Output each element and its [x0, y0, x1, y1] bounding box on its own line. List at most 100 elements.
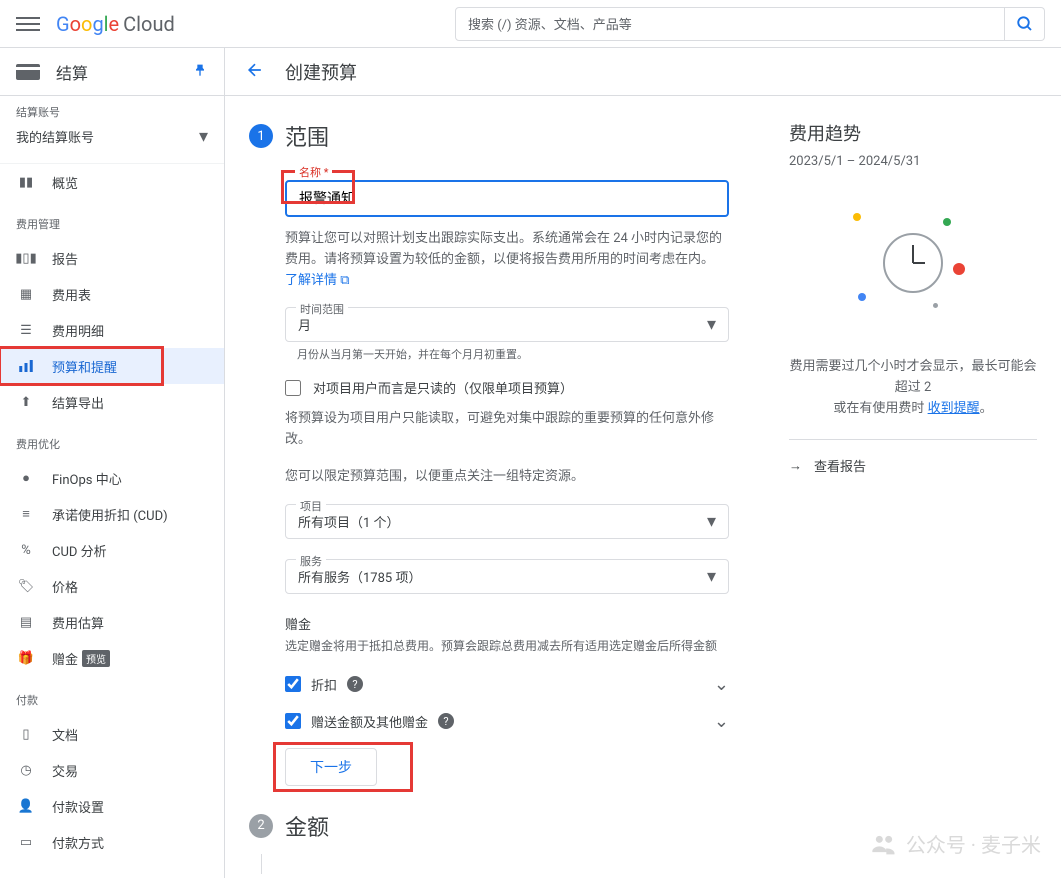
- sidebar-item-label: 赠金: [52, 649, 78, 668]
- step-3-header: 3 操作: [249, 874, 729, 878]
- sidebar-item-label: 付款设置: [52, 797, 104, 816]
- sidebar-item-pricing[interactable]: 🏷 价格: [0, 568, 224, 604]
- time-range-select[interactable]: 时间范围 月 ▾: [285, 307, 729, 342]
- billing-icon: [16, 64, 40, 80]
- time-range-label: 时间范围: [296, 301, 348, 317]
- pin-icon[interactable]: [192, 62, 208, 82]
- sidebar-item-label: 交易: [52, 761, 78, 780]
- account-label: 结算账号: [16, 104, 208, 120]
- sidebar: 结算 结算账号 我的结算账号 ▾ ▮▮ 概览 费用管理 ▮▯▮ 报告 ▦ 费用表…: [0, 48, 225, 878]
- credits-subtitle: 选定赠金将用于抵扣总费用。预算会跟踪总费用减去所有适用选定赠金后所得金额: [285, 637, 729, 654]
- sidebar-item-label: 概览: [52, 173, 78, 192]
- time-range-value: 月: [298, 315, 311, 334]
- chevron-down-icon: ▾: [199, 126, 208, 147]
- step-3-title: 操作: [285, 874, 329, 878]
- learn-more-link[interactable]: 了解详情: [285, 273, 337, 288]
- back-button[interactable]: [245, 60, 265, 84]
- service-select[interactable]: 服务 所有服务（1785 项） ▾: [285, 559, 729, 594]
- sidebar-item-label: 文档: [52, 725, 78, 744]
- bar-chart-icon: ▮▯▮: [16, 251, 36, 266]
- sidebar-item-label: 费用明细: [52, 321, 104, 340]
- menu-button[interactable]: [16, 12, 40, 36]
- sidebar-item-cud-analysis[interactable]: % CUD 分析: [0, 532, 224, 568]
- budget-description: 预算让您可以对照计划支出跟踪实际支出。系统通常会在 24 小时内记录您的费用。请…: [285, 229, 729, 291]
- sidebar-item-docs[interactable]: ▯ 文档: [0, 716, 224, 752]
- readonly-label: 对项目用户而言是只读的（仅限单项目预算）: [313, 378, 573, 397]
- sidebar-item-label: 预算和提醒: [52, 357, 117, 376]
- form-column: 1 范围 名称 * 预算让您可以对照计划支出跟踪实际支出。系统通常会在 24 小…: [249, 120, 729, 854]
- sidebar-item-label: 费用表: [52, 285, 91, 304]
- sidebar-item-cost-detail[interactable]: ☰ 费用明细: [0, 312, 224, 348]
- clock-illustration: [789, 193, 1037, 333]
- search-placeholder: 搜索 (/) 资源、文档、产品等: [468, 14, 632, 33]
- sidebar-title: 结算: [56, 60, 192, 84]
- discount-label: 折扣: [311, 675, 337, 694]
- sidebar-item-budgets[interactable]: 预算和提醒: [0, 348, 224, 384]
- sidebar-item-export[interactable]: ⬆ 结算导出: [0, 384, 224, 420]
- sidebar-item-pay-settings[interactable]: 👤 付款设置: [0, 788, 224, 824]
- gift-checkbox[interactable]: [285, 713, 301, 729]
- project-select[interactable]: 项目 所有项目（1 个） ▾: [285, 504, 729, 539]
- name-input[interactable]: [299, 190, 715, 206]
- dashboard-icon: ▮▮: [16, 175, 36, 190]
- account-value: 我的结算账号: [16, 127, 94, 146]
- sidebar-item-reports[interactable]: ▮▯▮ 报告: [0, 240, 224, 276]
- help-icon[interactable]: ?: [347, 676, 363, 692]
- readonly-checkbox[interactable]: [285, 380, 301, 396]
- sidebar-item-label: 报告: [52, 249, 78, 268]
- person-icon: 👤: [16, 799, 36, 814]
- budget-icon: [16, 357, 36, 375]
- chevron-down-icon[interactable]: ⌄: [714, 674, 729, 695]
- sidebar-item-overview[interactable]: ▮▮ 概览: [0, 164, 224, 200]
- search-input[interactable]: 搜索 (/) 资源、文档、产品等: [455, 7, 1005, 41]
- export-icon: ⬆: [16, 395, 36, 410]
- readonly-checkbox-row: 对项目用户而言是只读的（仅限单项目预算）: [285, 378, 729, 397]
- sidebar-item-cud[interactable]: ≡ 承诺使用折扣 (CUD): [0, 496, 224, 532]
- view-report-link[interactable]: → 查看报告: [789, 439, 1037, 491]
- gift-row: 赠送金额及其他赠金 ? ⌄: [285, 703, 729, 740]
- sidebar-item-cost-table[interactable]: ▦ 费用表: [0, 276, 224, 312]
- sidebar-item-pay-method[interactable]: ▭ 付款方式: [0, 824, 224, 860]
- percent-icon: %: [16, 543, 36, 558]
- next-button-wrap: 下一步: [285, 748, 377, 786]
- discount-checkbox[interactable]: [285, 676, 301, 692]
- trend-note: 费用需要过几个小时才会显示，最长可能会超过 2 或在有使用费时 收到提醒。: [789, 357, 1037, 419]
- card-icon: ▭: [16, 835, 36, 850]
- sidebar-header: 结算: [0, 48, 224, 96]
- sidebar-item-estimate[interactable]: ▤ 费用估算: [0, 604, 224, 640]
- name-input-wrap: [285, 180, 729, 217]
- chevron-down-icon[interactable]: ⌄: [714, 711, 729, 732]
- sidebar-item-transactions[interactable]: ◷ 交易: [0, 752, 224, 788]
- search-button[interactable]: [1005, 7, 1045, 41]
- account-select[interactable]: 结算账号 我的结算账号 ▾: [0, 96, 224, 164]
- chevron-down-icon: ▾: [707, 314, 716, 335]
- chevron-down-icon: ▾: [707, 566, 716, 587]
- step-1-header: 1 范围: [249, 120, 729, 152]
- step-connector: [261, 854, 262, 874]
- sidebar-item-label: FinOps 中心: [52, 469, 122, 488]
- content: 创建预算 1 范围 名称 * 预算让您可以对照计: [225, 48, 1061, 878]
- service-label: 服务: [296, 553, 326, 569]
- step-1-title: 范围: [285, 120, 329, 152]
- sidebar-item-label: CUD 分析: [52, 541, 107, 560]
- cud-icon: ≡: [16, 506, 36, 522]
- step-2-header: 2 金额: [249, 810, 729, 842]
- step-number-2: 2: [249, 814, 273, 838]
- logo[interactable]: Google Cloud: [56, 12, 175, 36]
- next-button[interactable]: 下一步: [285, 748, 377, 786]
- table-icon: ▦: [16, 287, 36, 302]
- sidebar-item-label: 价格: [52, 577, 78, 596]
- alert-link[interactable]: 收到提醒: [928, 401, 980, 416]
- help-icon[interactable]: ?: [438, 713, 454, 729]
- watermark-text: 公众号 · 麦子米: [906, 829, 1041, 858]
- page-title: 创建预算: [285, 59, 357, 85]
- calculator-icon: ▤: [16, 615, 36, 630]
- doc-icon: ▯: [16, 727, 36, 742]
- sidebar-item-credits[interactable]: 🎁 赠金 预览: [0, 640, 224, 676]
- preview-badge: 预览: [82, 650, 110, 667]
- discount-row: 折扣 ? ⌄: [285, 666, 729, 703]
- name-field-label: 名称 *: [295, 164, 332, 180]
- sidebar-item-finops[interactable]: ● FinOps 中心: [0, 460, 224, 496]
- finops-icon: ●: [16, 470, 36, 486]
- step-number-1: 1: [249, 124, 273, 148]
